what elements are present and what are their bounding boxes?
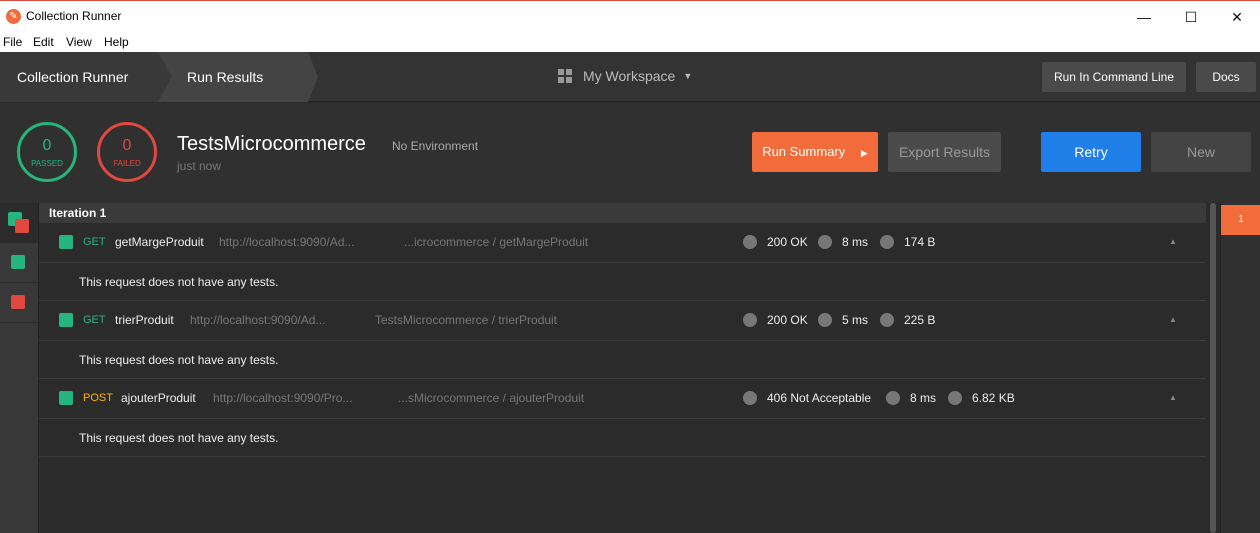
failed-label: FAILED <box>113 159 141 168</box>
request-path: ...icrocommerce / getMargeProduit <box>404 235 589 249</box>
request-name: ajouterProduit <box>121 391 196 405</box>
request-method: POST <box>83 392 113 404</box>
chevron-down-icon: ▼ <box>683 71 693 81</box>
docs-button[interactable]: Docs <box>1196 62 1256 92</box>
maximize-button[interactable]: ☐ <box>1168 1 1214 33</box>
filter-passed-tab[interactable] <box>0 243 38 283</box>
results-scrollbar[interactable] <box>1206 203 1220 533</box>
retry-button[interactable]: Retry <box>1041 132 1141 172</box>
status-icon <box>743 313 757 327</box>
run-time: just now <box>177 159 222 173</box>
request-row[interactable]: GET getMargeProduit http://localhost:909… <box>39 223 1206 263</box>
iteration-header: Iteration 1 <box>39 203 1206 223</box>
collection-name: TestsMicrocommerce <box>177 133 366 155</box>
request-method: GET <box>83 314 106 326</box>
passed-count: 0 <box>42 137 52 154</box>
size-icon <box>948 391 962 405</box>
passed-square-icon <box>11 255 25 269</box>
workspace-grid-icon <box>558 69 572 83</box>
close-button[interactable]: ✕ <box>1214 1 1260 33</box>
request-name: getMargeProduit <box>115 235 204 249</box>
status-icon <box>743 235 757 249</box>
result-filter-strip <box>0 203 39 533</box>
breadcrumb-collection-runner[interactable]: Collection Runner <box>0 52 158 102</box>
run-summary-label: Run Summary <box>762 144 846 159</box>
request-url: http://localhost:9090/Pro... <box>213 391 353 405</box>
time-icon <box>886 391 900 405</box>
request-row[interactable]: GET trierProduit http://localhost:9090/A… <box>39 301 1206 341</box>
response-size: 6.82 KB <box>972 391 1015 405</box>
failed-square-icon <box>11 295 25 309</box>
filter-failed-tab[interactable] <box>0 283 38 323</box>
filter-all-tab[interactable] <box>0 203 38 243</box>
run-summary-panel: 0 PASSED 0 FAILED TestsMicrocommerce No … <box>0 103 1260 203</box>
environment-label: No Environment <box>392 139 479 153</box>
menu-bar: File Edit View Help <box>0 33 1260 52</box>
time-icon <box>818 235 832 249</box>
export-results-button[interactable]: Export Results <box>888 132 1001 172</box>
collapse-caret-icon[interactable]: ▲ <box>1169 393 1177 402</box>
no-tests-message: This request does not have any tests. <box>39 341 1206 379</box>
response-status: 200 OK <box>767 313 808 327</box>
workspace-name: My Workspace <box>583 68 676 84</box>
response-size: 225 B <box>904 313 936 327</box>
response-size: 174 B <box>904 235 936 249</box>
request-row[interactable]: POST ajouterProduit http://localhost:909… <box>39 379 1206 419</box>
breadcrumb-separator <box>158 52 172 102</box>
response-status: 406 Not Acceptable <box>767 391 872 405</box>
response-status: 200 OK <box>767 235 808 249</box>
pass-square-icon <box>59 313 73 327</box>
request-path: ...sMicrocommerce / ajouterProduit <box>398 391 585 405</box>
menu-view[interactable]: View <box>66 35 92 49</box>
time-icon <box>818 313 832 327</box>
failed-square-icon <box>15 219 29 233</box>
size-icon <box>880 313 894 327</box>
collapse-caret-icon[interactable]: ▲ <box>1169 237 1177 246</box>
new-button[interactable]: New <box>1151 132 1251 172</box>
scrollbar-thumb[interactable] <box>1210 203 1216 533</box>
collapse-caret-icon[interactable]: ▲ <box>1169 315 1177 324</box>
menu-help[interactable]: Help <box>104 35 129 49</box>
request-path: TestsMicrocommerce / trierProduit <box>375 313 558 327</box>
pass-square-icon <box>59 391 73 405</box>
pass-square-icon <box>59 235 73 249</box>
workspace-selector[interactable]: My Workspace ▼ <box>558 68 692 84</box>
menu-edit[interactable]: Edit <box>33 35 54 49</box>
title-bar: ✎ Collection Runner — ☐ ✕ <box>0 0 1260 33</box>
no-tests-message: This request does not have any tests. <box>39 419 1206 457</box>
window-title: Collection Runner <box>26 9 122 23</box>
breadcrumb-run-results[interactable]: Run Results <box>158 52 308 102</box>
passed-counter: 0 PASSED <box>17 122 77 182</box>
iteration-strip: 1 <box>1220 203 1260 533</box>
failed-counter: 0 FAILED <box>97 122 157 182</box>
results-list: Iteration 1 GET getMargeProduit http://l… <box>39 203 1206 533</box>
size-icon <box>880 235 894 249</box>
runner-header: Run Results Collection Runner My Workspa… <box>0 52 1260 102</box>
request-url: http://localhost:9090/Ad... <box>190 313 326 327</box>
request-method: GET <box>83 236 106 248</box>
response-time: 8 ms <box>910 391 937 405</box>
postman-logo-icon: ✎ <box>6 9 21 24</box>
failed-count: 0 <box>122 137 132 154</box>
minimize-button[interactable]: — <box>1121 1 1167 33</box>
status-icon <box>743 391 757 405</box>
run-in-command-line-button[interactable]: Run In Command Line <box>1042 62 1186 92</box>
menu-file[interactable]: File <box>3 35 22 49</box>
response-time: 5 ms <box>842 313 869 327</box>
request-url: http://localhost:9090/Ad... <box>219 235 355 249</box>
request-name: trierProduit <box>115 313 174 327</box>
iteration-1-button[interactable]: 1 <box>1221 205 1260 235</box>
caret-right-icon: ▶ <box>860 148 868 158</box>
run-summary-button[interactable]: Run Summary ▶ <box>752 132 878 172</box>
passed-label: PASSED <box>31 159 63 168</box>
breadcrumb-separator <box>308 52 318 102</box>
response-time: 8 ms <box>842 235 869 249</box>
no-tests-message: This request does not have any tests. <box>39 263 1206 301</box>
